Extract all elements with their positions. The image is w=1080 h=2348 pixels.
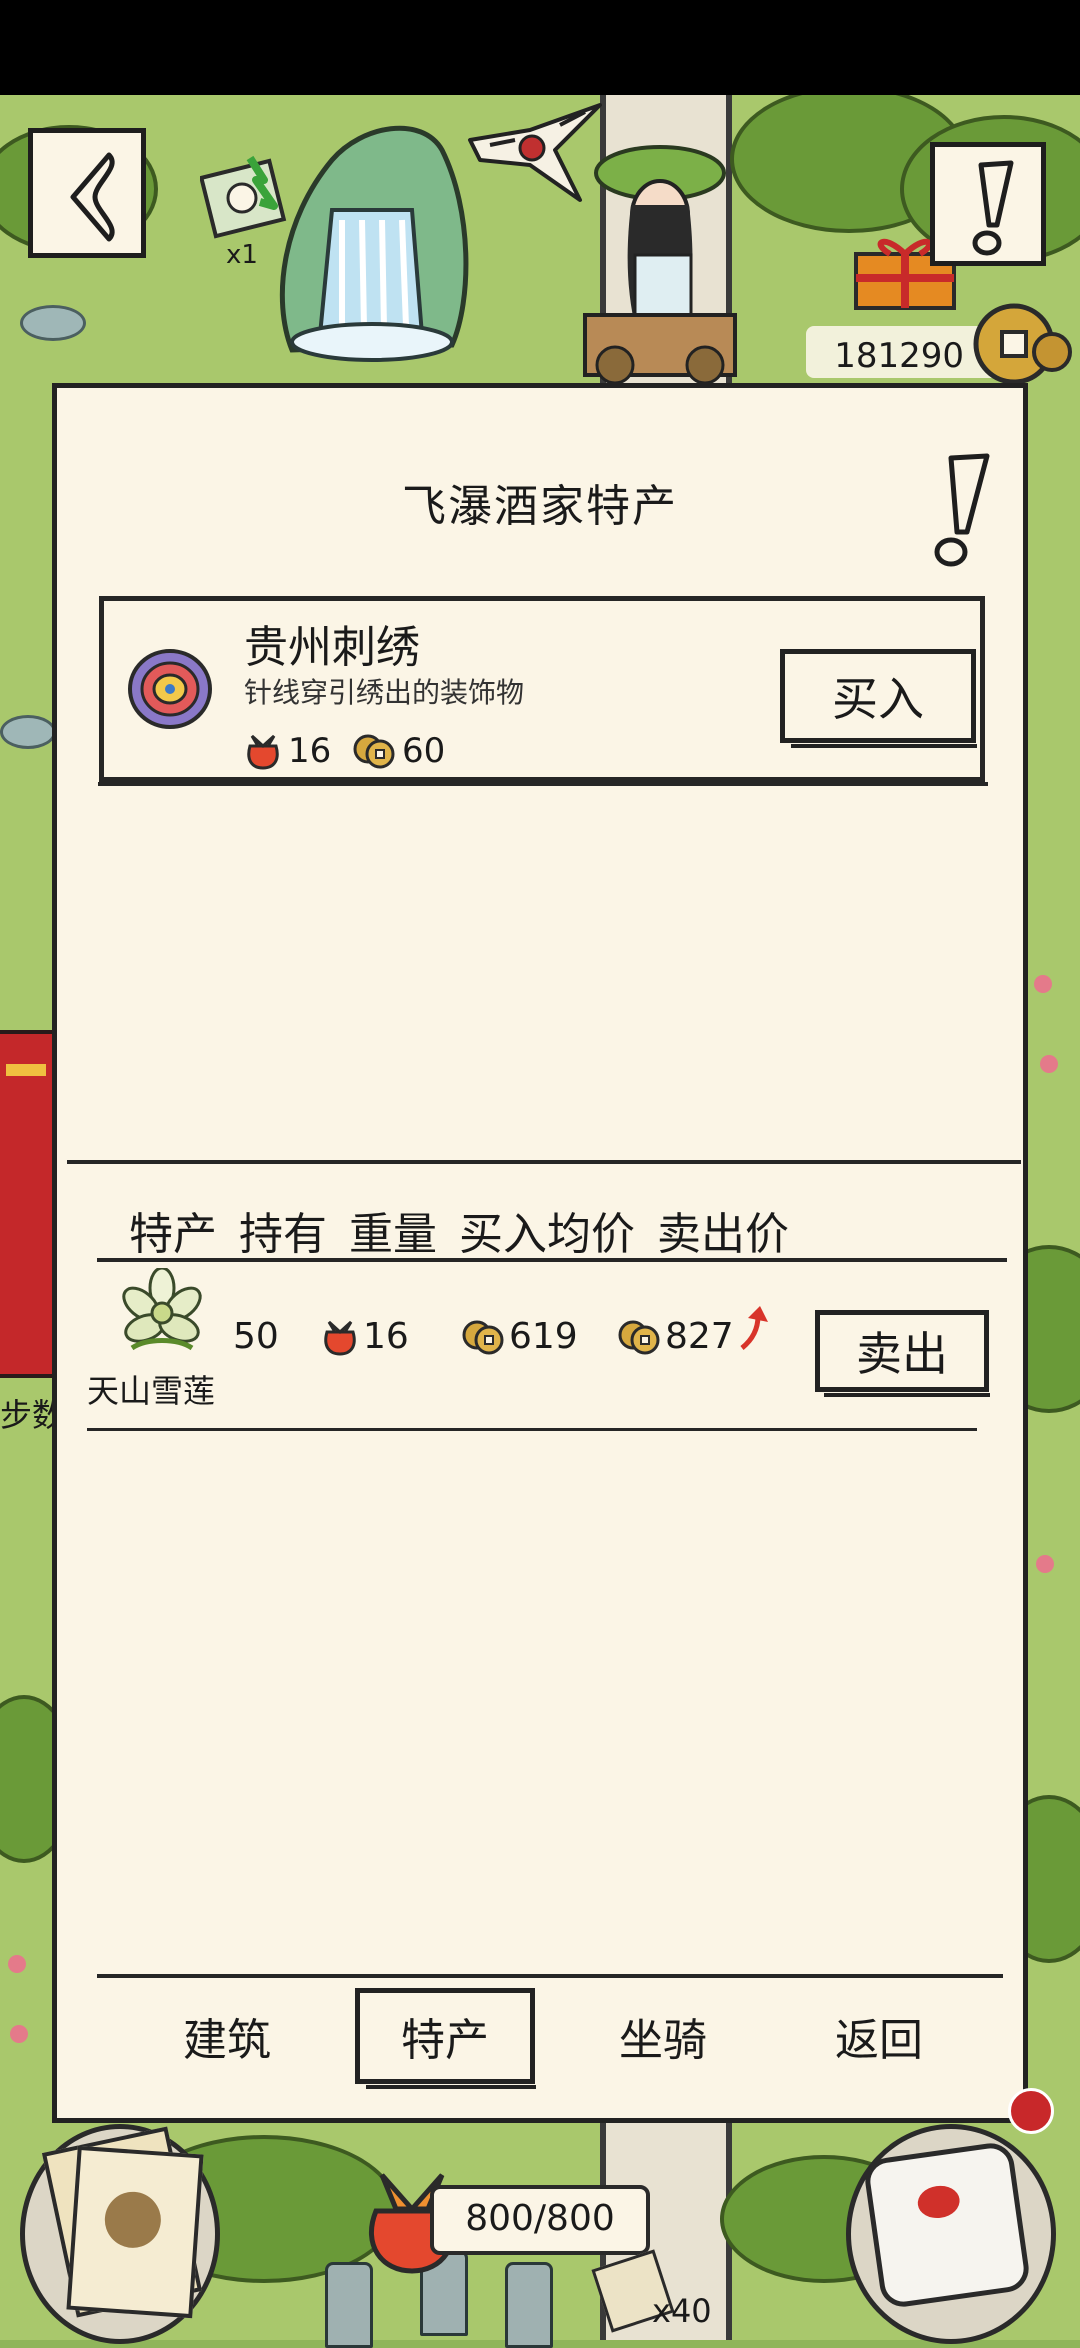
header-owned: 持有 (239, 1209, 327, 1260)
blossom (8, 1955, 26, 1973)
back-arrow-icon (70, 152, 115, 242)
panel-tabs: 建筑 特产 坐骑 返回 (57, 1988, 1023, 2098)
back-button[interactable] (28, 128, 146, 258)
holding-row: 天山雪莲 50 16 619 827 卖出 (77, 1268, 1007, 1428)
blossom (1040, 1055, 1058, 1073)
money-amount: 181290 (834, 336, 964, 376)
coin-icon (353, 734, 395, 769)
buy-button[interactable]: 买入 (780, 649, 977, 748)
blossom (1036, 1555, 1054, 1573)
blossom (1034, 975, 1052, 993)
holding-avg-buy-price-value: 619 (509, 1316, 578, 1357)
holdings-table-header: 特产 持有 重量 买入均价 卖出价 (129, 1198, 789, 1262)
tab-buildings[interactable]: 建筑 (137, 1988, 317, 2084)
product-name: 贵州刺绣 (244, 622, 420, 673)
notice-button[interactable] (930, 142, 1046, 266)
exclamation-icon (972, 160, 1014, 256)
product-price: 60 (352, 731, 445, 771)
coin-icon (618, 1320, 660, 1354)
tab-mounts[interactable]: 坐骑 (573, 1988, 753, 2084)
section-divider (67, 1160, 1021, 1164)
product-weight-value: 16 (288, 731, 332, 771)
tab-specialties[interactable]: 特产 (355, 1988, 536, 2089)
holding-sell-price: 827 (617, 1305, 772, 1357)
holding-sell-price-value: 827 (665, 1316, 734, 1357)
snow-lotus-icon (122, 1268, 202, 1351)
copper-coin-icon (973, 303, 1072, 385)
tab-return[interactable]: 返回 (789, 1988, 969, 2084)
panel-title: 飞瀑酒家特产 (402, 481, 678, 532)
header-sell-price: 卖出价 (657, 1209, 789, 1260)
notification-badge (1008, 2088, 1054, 2134)
waterfall-landmark-icon (279, 125, 469, 362)
header-divider (97, 1258, 1007, 1262)
header-specialty: 特产 (129, 1209, 217, 1260)
holding-avg-buy-price: 619 (461, 1316, 578, 1357)
side-gift-box[interactable] (0, 1030, 56, 1378)
player-character (583, 145, 737, 385)
weight-pouch-icon (247, 734, 279, 770)
holding-owned: 50 (233, 1316, 279, 1357)
specialty-shop-panel: 飞瀑酒家特产 贵州刺绣 针线穿引绣出的装饰物 16 60 买入 特产 持有 重量… (52, 383, 1028, 2123)
pond-stone (0, 715, 56, 749)
exclamation-icon[interactable] (921, 452, 999, 572)
holding-weight-value: 16 (363, 1316, 409, 1357)
ticket-count: x1 (226, 240, 258, 270)
stamina-value: 800/800 (465, 2198, 615, 2239)
pond-stone (20, 305, 86, 341)
tabs-divider (97, 1974, 1003, 1978)
product-weight: 16 (244, 731, 331, 771)
product-card: 贵州刺绣 针线穿引绣出的装饰物 16 60 买入 (98, 596, 988, 786)
header-weight: 重量 (349, 1209, 437, 1260)
coin-icon (462, 1320, 504, 1354)
header-avg-buy-price: 买入均价 (459, 1209, 635, 1260)
embroidery-icon (128, 649, 212, 729)
holding-weight: 16 (321, 1316, 409, 1357)
product-price-value: 60 (402, 731, 446, 771)
dice-icon (862, 2140, 1032, 2310)
status-bar (0, 0, 1080, 95)
blossom (10, 2025, 28, 2043)
weight-pouch-icon (324, 1320, 356, 1356)
stone-lantern (505, 2262, 553, 2348)
product-description: 针线穿引绣出的装饰物 (244, 676, 525, 709)
card-deck-icon (66, 2145, 204, 2319)
ticket-count-bottom: x40 (652, 2292, 712, 2330)
row-divider (87, 1428, 977, 1431)
holding-name: 天山雪莲 (87, 1372, 216, 1410)
price-up-arrow-icon (740, 1305, 768, 1350)
sell-button[interactable]: 卖出 (815, 1310, 990, 1397)
